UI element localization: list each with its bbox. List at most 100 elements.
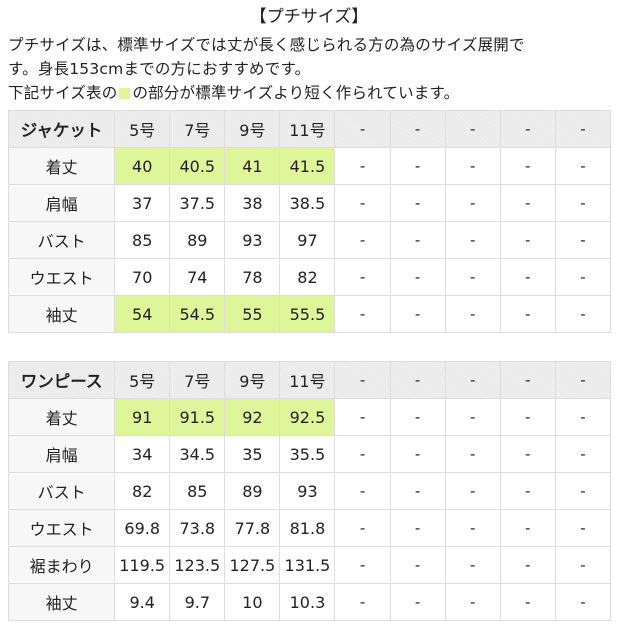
measurement-value: 41 xyxy=(224,147,281,185)
highlight-legend-swatch-icon xyxy=(119,88,131,99)
measurement-value: - xyxy=(389,184,446,222)
size-column-header: - xyxy=(444,110,501,148)
measurement-value: - xyxy=(554,295,612,333)
table-row: ウエスト 70 74 78 82- - - - - xyxy=(7,258,612,296)
measurement-value: 123.5 xyxy=(169,546,226,584)
size-column-header: 7号 xyxy=(169,361,226,399)
measurement-value: 91 xyxy=(114,398,171,436)
measurement-value: 82 xyxy=(114,472,171,510)
measurement-value: 40 xyxy=(114,147,171,185)
intro-line-2: す。身長153cmまでの方におすすめです。 xyxy=(8,60,311,78)
measurement-value: - xyxy=(389,295,446,333)
measurement-value: - xyxy=(554,147,612,185)
measurement-value: 37.5 xyxy=(169,184,226,222)
measurement-value: 54.5 xyxy=(169,295,226,333)
table-row: バスト 82 85 89 93- - - - - xyxy=(7,472,612,510)
measurement-value: - xyxy=(554,472,612,510)
size-column-header: - xyxy=(334,361,391,399)
table-header-row: ジャケット 5号 7号 9号 11号 - - - - - xyxy=(7,110,612,148)
measurement-value: - xyxy=(389,147,446,185)
jacket-size-table: ジャケット 5号 7号 9号 11号 - - - - - 着丈 40 40.5 41 41.5- - - - - 肩幅… xyxy=(7,110,612,333)
measurement-value: - xyxy=(334,398,391,436)
measurement-value: - xyxy=(389,583,446,621)
size-column-header: - xyxy=(389,110,446,148)
measurement-value: - xyxy=(499,435,556,473)
table-row: 着丈 40 40.5 41 41.5- - - - - xyxy=(7,147,612,185)
measurement-value: - xyxy=(499,221,556,259)
measurement-value: - xyxy=(444,147,501,185)
measurement-value: - xyxy=(334,258,391,296)
size-column-header: - xyxy=(499,110,556,148)
measurement-label: 袖丈 xyxy=(7,583,116,621)
measurement-value: - xyxy=(389,221,446,259)
measurement-value: - xyxy=(334,546,391,584)
intro-line-3-after: の部分が標準サイズより短く作られています。 xyxy=(132,84,460,102)
measurement-value: 73.8 xyxy=(169,509,226,547)
measurement-value: - xyxy=(499,472,556,510)
measurement-value: - xyxy=(389,435,446,473)
size-column-header: - xyxy=(554,110,612,148)
measurement-value: - xyxy=(554,546,612,584)
measurement-value: 37 xyxy=(114,184,171,222)
measurement-value: - xyxy=(334,295,391,333)
measurement-value: - xyxy=(554,583,612,621)
intro-line-1: プチサイズは、標準サイズでは丈が長く感じられる方の為のサイズ展開で xyxy=(8,36,525,54)
table-header-row: ワンピース 5号 7号 9号 11号 - - - - - xyxy=(7,361,612,399)
intro-line-3: 下記サイズ表の の部分が標準サイズより短く作られています。 xyxy=(8,81,613,105)
measurement-value: 97 xyxy=(279,221,336,259)
size-column-header: 5号 xyxy=(114,361,171,399)
measurement-value: - xyxy=(444,472,501,510)
measurement-value: - xyxy=(444,258,501,296)
measurement-value: 93 xyxy=(224,221,281,259)
measurement-value: - xyxy=(554,435,612,473)
measurement-value: 131.5 xyxy=(279,546,336,584)
measurement-value: 38.5 xyxy=(279,184,336,222)
measurement-value: - xyxy=(554,509,612,547)
measurement-value: - xyxy=(444,398,501,436)
measurement-value: 9.4 xyxy=(114,583,171,621)
size-column-header: - xyxy=(444,361,501,399)
measurement-value: 77.8 xyxy=(224,509,281,547)
intro-line-3-before: 下記サイズ表の xyxy=(8,84,118,102)
measurement-value: 38 xyxy=(224,184,281,222)
measurement-label: バスト xyxy=(7,472,116,510)
measurement-value: - xyxy=(554,184,612,222)
measurement-value: 119.5 xyxy=(114,546,171,584)
table-row: ウエスト 69.8 73.8 77.8 81.8- - - - - xyxy=(7,509,612,547)
measurement-value: 81.8 xyxy=(279,509,336,547)
size-column-header: - xyxy=(554,361,612,399)
measurement-label: 着丈 xyxy=(7,147,116,185)
measurement-value: - xyxy=(499,509,556,547)
measurement-value: - xyxy=(444,184,501,222)
table-row: 肩幅 37 37.5 38 38.5- - - - - xyxy=(7,184,612,222)
measurement-value: - xyxy=(389,509,446,547)
measurement-label: ウエスト xyxy=(7,509,116,547)
measurement-label: バスト xyxy=(7,221,116,259)
measurement-value: 89 xyxy=(224,472,281,510)
size-column-header: 7号 xyxy=(169,110,226,148)
measurement-value: 34 xyxy=(114,435,171,473)
measurement-value: 69.8 xyxy=(114,509,171,547)
measurement-value: - xyxy=(334,221,391,259)
size-column-header: - xyxy=(499,361,556,399)
measurement-value: 93 xyxy=(279,472,336,510)
measurement-value: 9.7 xyxy=(169,583,226,621)
measurement-value: - xyxy=(334,184,391,222)
table-row: 袖丈 9.4 9.7 10 10.3- - - - - xyxy=(7,583,612,621)
measurement-label: 肩幅 xyxy=(7,184,116,222)
size-column-header: 11号 xyxy=(279,110,336,148)
measurement-value: - xyxy=(444,295,501,333)
measurement-value: - xyxy=(499,583,556,621)
measurement-value: 55.5 xyxy=(279,295,336,333)
measurement-value: - xyxy=(389,546,446,584)
measurement-value: 35.5 xyxy=(279,435,336,473)
table-row: 裾まわり 119.5 123.5 127.5 131.5- - - - - xyxy=(7,546,612,584)
measurement-value: - xyxy=(499,258,556,296)
measurement-value: 85 xyxy=(169,472,226,510)
measurement-value: 40.5 xyxy=(169,147,226,185)
measurement-value: - xyxy=(389,258,446,296)
measurement-value: 35 xyxy=(224,435,281,473)
size-column-header: - xyxy=(334,110,391,148)
measurement-value: - xyxy=(334,472,391,510)
measurement-value: - xyxy=(444,509,501,547)
